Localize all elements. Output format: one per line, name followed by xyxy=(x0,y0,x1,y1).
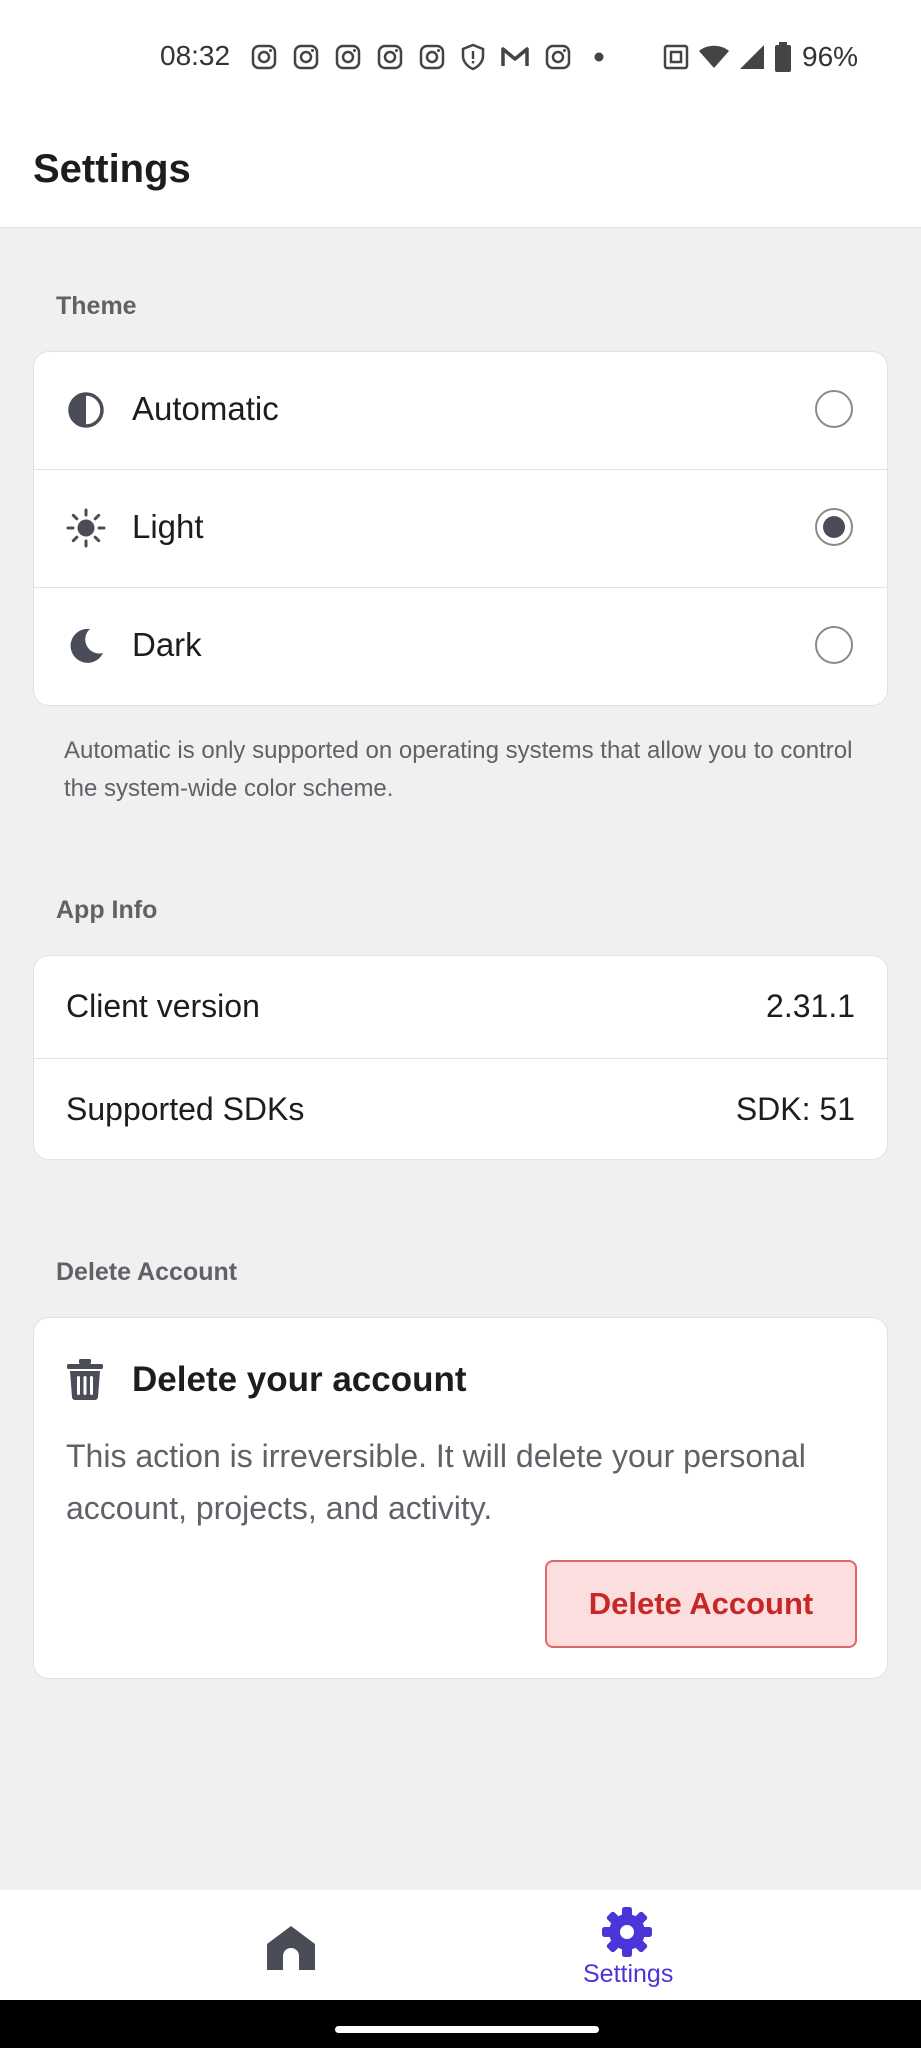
theme-radio-dark[interactable] xyxy=(815,626,853,664)
page-title: Settings xyxy=(33,147,191,191)
nav-item-settings[interactable]: Settings xyxy=(540,1890,720,2000)
battery-icon xyxy=(775,42,791,72)
home-gesture-pill[interactable] xyxy=(335,2026,599,2033)
battery-level: 96% xyxy=(802,41,859,72)
delete-account-card: Delete your account This action is irrev… xyxy=(33,1317,888,1679)
instagram-icon xyxy=(251,44,277,70)
theme-option-label: Light xyxy=(132,508,204,545)
nav-settings-label: Settings xyxy=(583,1960,674,1988)
theme-radio-automatic[interactable] xyxy=(815,390,853,428)
home-icon xyxy=(267,1926,315,1970)
instagram-icon xyxy=(545,44,571,70)
info-key: Client version xyxy=(66,988,260,1024)
delete-account-title: Delete your account xyxy=(132,1360,467,1399)
gesture-bar xyxy=(0,2000,921,2048)
wifi-icon xyxy=(699,45,729,68)
theme-option-label: Automatic xyxy=(132,390,279,427)
app-info-card: Client version 2.31.1 Supported SDKs SDK… xyxy=(33,955,888,1160)
gmail-icon xyxy=(501,47,529,66)
gear-icon xyxy=(602,1907,652,1957)
info-value: 2.31.1 xyxy=(766,988,855,1024)
delete-account-button[interactable]: Delete Account xyxy=(545,1560,857,1648)
info-key: Supported SDKs xyxy=(66,1091,305,1127)
moon-icon xyxy=(70,628,103,663)
nav-item-home[interactable] xyxy=(200,1890,380,2000)
theme-option-dark[interactable]: Dark xyxy=(34,588,887,705)
theme-radio-light[interactable] xyxy=(815,508,853,546)
status-bar: 08:32 96% xyxy=(0,0,921,115)
instagram-icon xyxy=(335,44,361,70)
bottom-nav: Settings xyxy=(0,1890,921,2000)
half-circle-icon xyxy=(68,392,104,428)
app-info-section-label: App Info xyxy=(56,896,158,924)
trash-icon xyxy=(67,1359,103,1400)
instagram-icon xyxy=(377,44,403,70)
status-time: 08:32 xyxy=(160,40,231,71)
sun-icon xyxy=(66,508,106,548)
theme-section-label: Theme xyxy=(56,292,137,320)
instagram-icon xyxy=(293,44,319,70)
signal-icon xyxy=(740,45,764,69)
app-header: Settings xyxy=(0,115,921,228)
system-status: 96% xyxy=(662,40,858,74)
dot-icon xyxy=(594,52,604,62)
shield-icon xyxy=(461,43,485,71)
info-value: SDK: 51 xyxy=(735,1091,855,1127)
info-row-client-version: Client version 2.31.1 xyxy=(34,956,887,1059)
theme-option-light[interactable]: Light xyxy=(34,470,887,588)
theme-option-automatic[interactable]: Automatic xyxy=(34,352,887,470)
theme-option-label: Dark xyxy=(132,626,202,663)
theme-card: Automatic Light Dark xyxy=(33,351,888,706)
notification-icons xyxy=(250,40,626,74)
info-row-supported-sdks: Supported SDKs SDK: 51 xyxy=(34,1059,887,1159)
theme-note: Automatic is only supported on operating… xyxy=(64,737,853,802)
delete-account-section-label: Delete Account xyxy=(56,1258,238,1286)
instagram-icon xyxy=(419,44,445,70)
nfc-icon xyxy=(663,44,689,70)
delete-account-description: This action is irreversible. It will del… xyxy=(66,1438,806,1526)
